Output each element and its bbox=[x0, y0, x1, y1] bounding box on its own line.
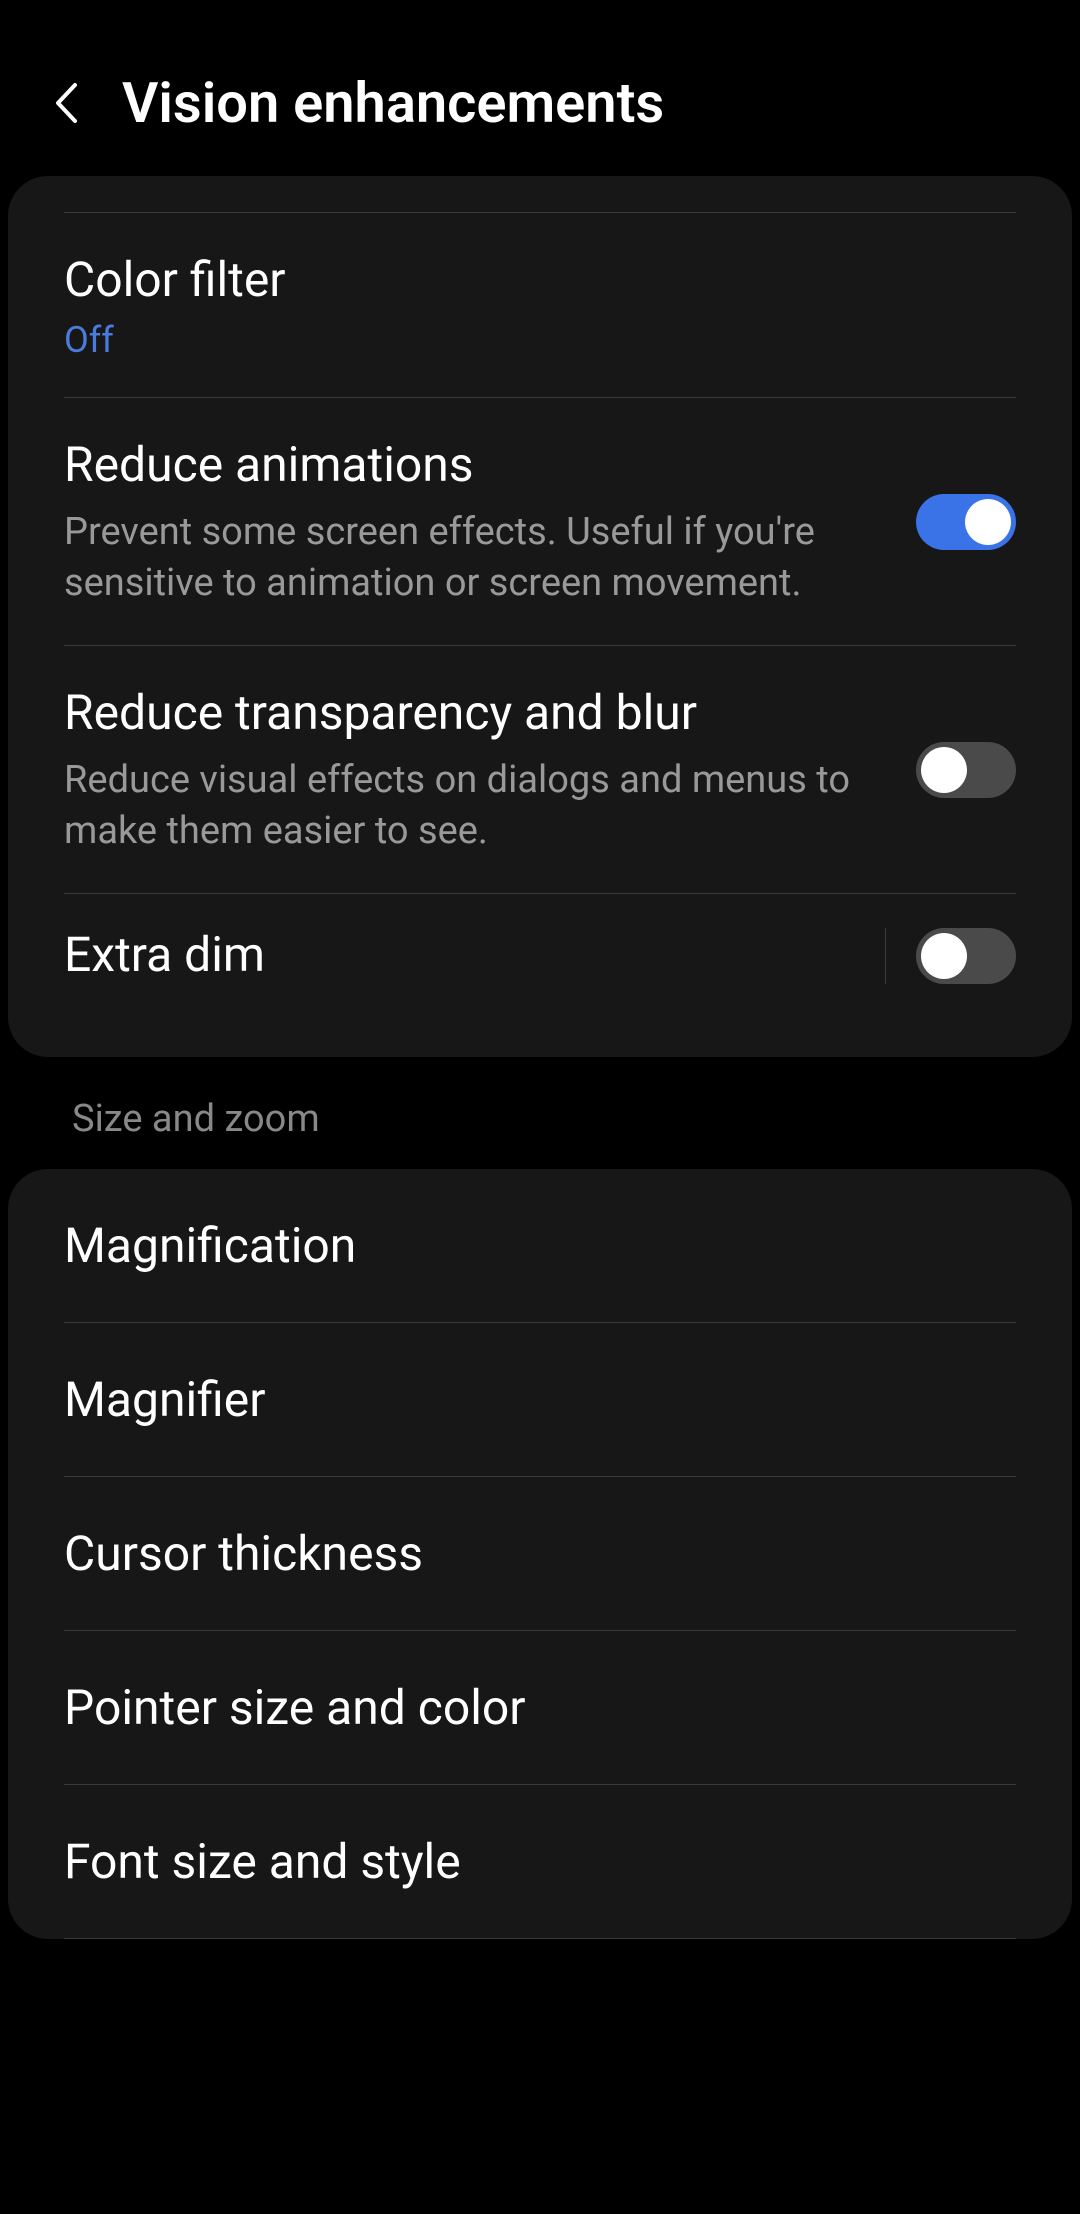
reduce-animations-description: Prevent some screen effects. Useful if y… bbox=[64, 507, 886, 610]
extra-dim-toggle[interactable] bbox=[916, 928, 1016, 984]
cursor-thickness-item[interactable]: Cursor thickness bbox=[8, 1477, 1072, 1630]
color-filter-content: Color filter Off bbox=[64, 249, 1016, 361]
color-filter-title: Color filter bbox=[64, 249, 986, 311]
header: Vision enhancements bbox=[0, 0, 1080, 176]
extra-dim-content: Extra dim bbox=[64, 924, 885, 986]
color-filter-item[interactable]: Color filter Off bbox=[8, 213, 1072, 397]
extra-dim-item[interactable]: Extra dim bbox=[8, 894, 1072, 1016]
divider bbox=[64, 1938, 1016, 1939]
toggle-thumb bbox=[965, 499, 1011, 545]
reduce-transparency-toggle[interactable] bbox=[916, 742, 1016, 798]
reduce-animations-content: Reduce animations Prevent some screen ef… bbox=[64, 434, 916, 609]
vertical-divider bbox=[885, 928, 886, 984]
toggle-thumb bbox=[921, 747, 967, 793]
back-button[interactable] bbox=[50, 79, 82, 127]
reduce-animations-toggle[interactable] bbox=[916, 494, 1016, 550]
chevron-left-icon bbox=[54, 82, 78, 124]
magnifier-title: Magnifier bbox=[64, 1371, 1016, 1428]
font-size-item[interactable]: Font size and style bbox=[8, 1785, 1072, 1938]
reduce-transparency-title: Reduce transparency and blur bbox=[64, 682, 886, 744]
cursor-thickness-title: Cursor thickness bbox=[64, 1525, 1016, 1582]
reduce-animations-title: Reduce animations bbox=[64, 434, 886, 496]
page-title: Vision enhancements bbox=[122, 70, 664, 136]
settings-card-2: Magnification Magnifier Cursor thickness… bbox=[8, 1169, 1072, 1939]
settings-card-1: Color filter Off Reduce animations Preve… bbox=[8, 176, 1072, 1057]
extra-dim-title: Extra dim bbox=[64, 924, 855, 986]
reduce-animations-item[interactable]: Reduce animations Prevent some screen ef… bbox=[8, 398, 1072, 645]
reduce-transparency-description: Reduce visual effects on dialogs and men… bbox=[64, 755, 886, 858]
reduce-transparency-content: Reduce transparency and blur Reduce visu… bbox=[64, 682, 916, 857]
toggle-thumb bbox=[921, 933, 967, 979]
color-filter-status: Off bbox=[64, 319, 986, 361]
reduce-transparency-item[interactable]: Reduce transparency and blur Reduce visu… bbox=[8, 646, 1072, 893]
pointer-size-title: Pointer size and color bbox=[64, 1679, 1016, 1736]
magnification-title: Magnification bbox=[64, 1217, 1016, 1274]
section-header-size-zoom: Size and zoom bbox=[0, 1057, 1080, 1169]
pointer-size-item[interactable]: Pointer size and color bbox=[8, 1631, 1072, 1784]
magnifier-item[interactable]: Magnifier bbox=[8, 1323, 1072, 1476]
magnification-item[interactable]: Magnification bbox=[8, 1169, 1072, 1322]
font-size-title: Font size and style bbox=[64, 1833, 1016, 1890]
